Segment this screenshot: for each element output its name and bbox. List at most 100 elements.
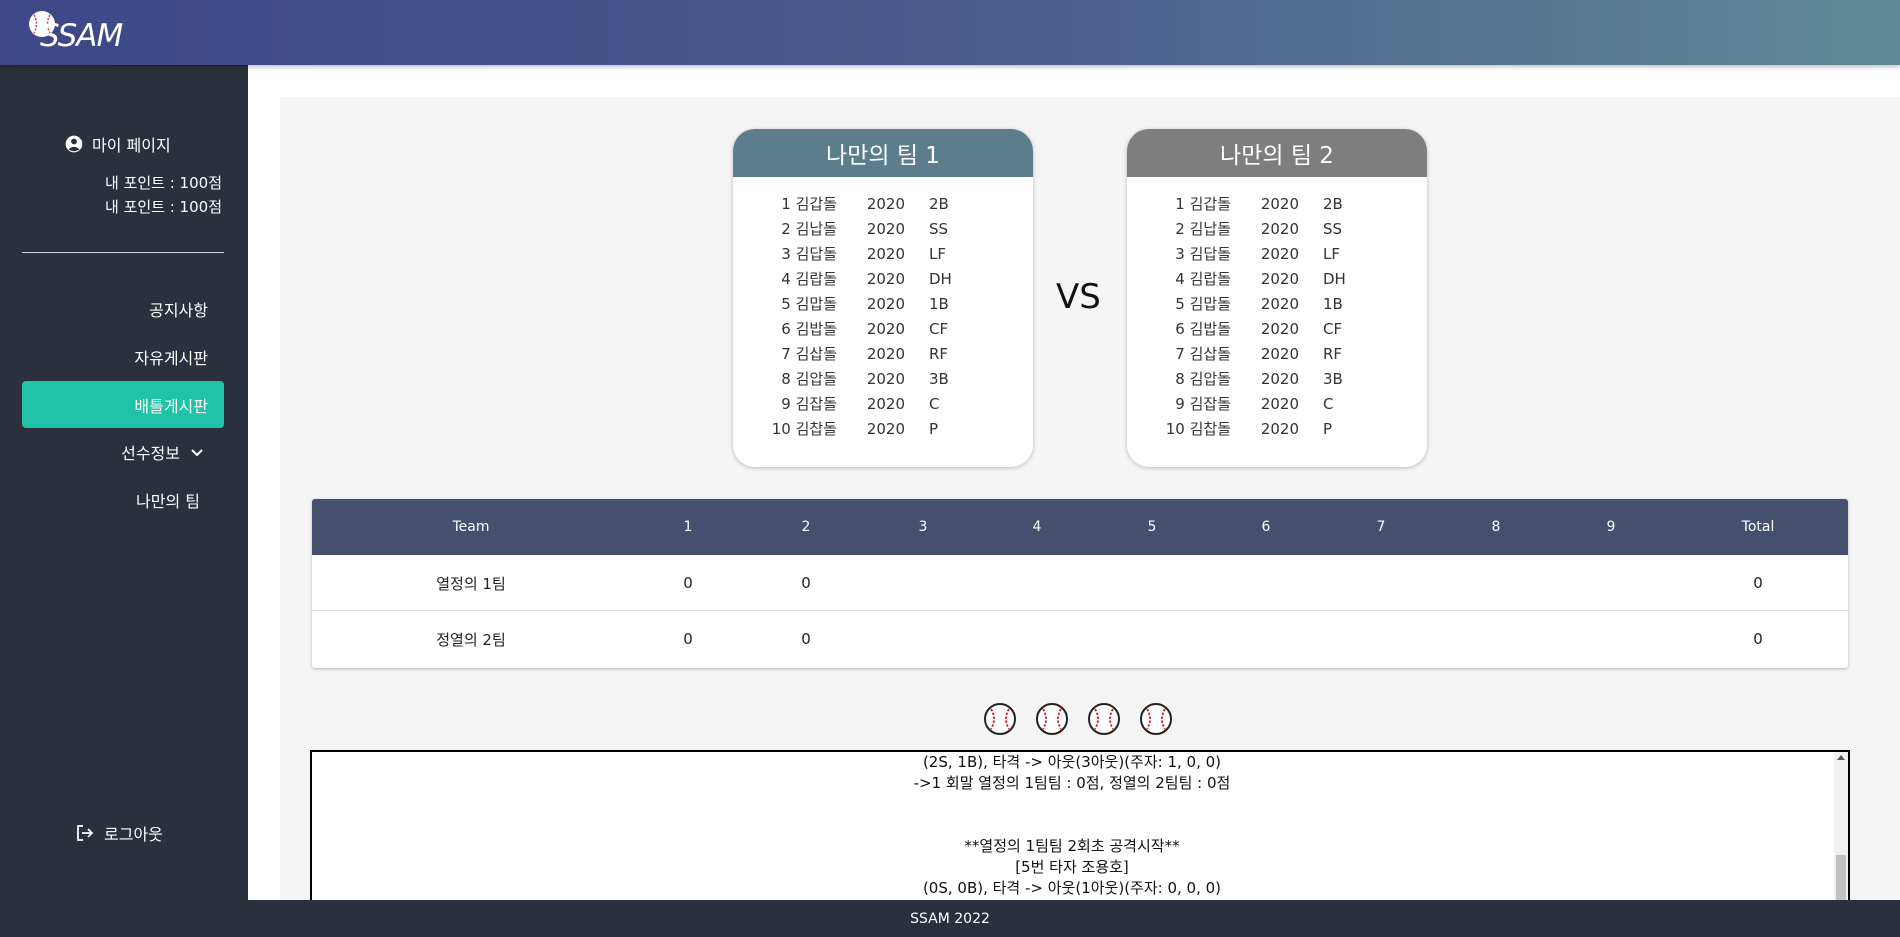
player-row: 2 김납돌 2020 SS (733, 216, 1033, 241)
player-row: 2 김납돌 2020 SS (1127, 216, 1427, 241)
player-position: 1B (1323, 294, 1343, 313)
scoreboard-header-cell: 8 (1491, 519, 1501, 535)
my-page-link[interactable]: 마이 페이지 (64, 132, 171, 156)
player-position: LF (1323, 244, 1340, 263)
player-position: C (929, 394, 940, 413)
player-name: 1 김갑돌 (781, 195, 837, 213)
player-position: LF (929, 244, 946, 263)
sidebar-item-notice[interactable]: 공지사항 (22, 285, 224, 332)
battle-content: 나만의 팀 1 1 김갑돌 2020 2B 2 김납돌 2020 SS 3 김답돌 2020 L… (280, 97, 1900, 937)
player-row: 5 김맙돌 2020 1B (733, 291, 1033, 316)
player-year: 2020 (866, 319, 905, 338)
player-year: 2020 (1260, 269, 1299, 288)
sidebar-item-player-info[interactable]: 선수정보 (22, 428, 224, 475)
player-year: 2020 (866, 219, 905, 238)
player-position: SS (1323, 219, 1343, 238)
scroll-up-arrow-icon[interactable] (1837, 755, 1845, 760)
player-position: 2B (929, 194, 949, 213)
my-points-text: 내 포인트 : 100점 (105, 174, 222, 192)
player-row: 7 김삽돌 2020 RF (733, 341, 1033, 366)
play-log-text: (2S, 1B), 타격 -> 아웃(3아웃)(주자: 1, 0, 0) ->1 … (312, 752, 1848, 899)
ssam-logo[interactable]: SSAM (26, 8, 136, 56)
logo-text: SSAM (40, 18, 123, 54)
player-name: 3 김답돌 (1175, 245, 1231, 263)
my-points-text: 내 포인트 : 100점 (105, 198, 222, 216)
player-position: 3B (1323, 369, 1343, 388)
player-position: RF (929, 344, 949, 363)
team-roster: 1 김갑돌 2020 2B 2 김납돌 2020 SS 3 김답돌 2020 LF 4 김랍돌 20… (733, 177, 1033, 441)
ball-count (983, 702, 1173, 736)
scoreboard-header-cell: 7 (1376, 519, 1386, 535)
scoreboard-header-cell: 5 (1147, 519, 1157, 535)
log-line: ->1 회말 열정의 1팀팀 : 0점, 정열의 2팀팀 : 0점 (913, 774, 1231, 792)
log-line: (0S, 0B), 타격 -> 아웃(1아웃)(주자: 0, 0, 0) (922, 879, 1222, 897)
player-row: 7 김삽돌 2020 RF (1127, 341, 1427, 366)
player-row: 1 김갑돌 2020 2B (733, 191, 1033, 216)
player-position: CF (1323, 319, 1343, 338)
player-row: 8 김압돌 2020 3B (733, 366, 1033, 391)
player-row: 1 김갑돌 2020 2B (1127, 191, 1427, 216)
player-year: 2020 (1260, 194, 1299, 213)
player-row: 6 김밥돌 2020 CF (1127, 316, 1427, 341)
inning-score-cell (1551, 555, 1671, 611)
inning-score-cell (1551, 611, 1671, 667)
player-row: 3 김답돌 2020 LF (1127, 241, 1427, 266)
player-row: 10 김찹돌 2020 P (1127, 416, 1427, 441)
scoreboard-row: 열정의 1팀 0 0 0 (312, 555, 1848, 611)
player-name: 7 김삽돌 (1175, 345, 1231, 363)
player-position: 1B (929, 294, 949, 313)
player-name: 4 김랍돌 (781, 270, 837, 288)
inning-score-cell (1436, 611, 1556, 667)
sidebar-item-label: 자유게시판 (134, 348, 208, 368)
player-position: 3B (929, 369, 949, 388)
player-name: 2 김납돌 (781, 220, 837, 238)
logout-icon (77, 825, 94, 841)
scoreboard-header-cell: 1 (683, 519, 693, 535)
sidebar-item-battle-board[interactable]: 배틀게시판 (22, 381, 224, 428)
chevron-down-icon (191, 448, 203, 456)
baseball-icon (984, 703, 1016, 735)
logout-button[interactable]: 로그아웃 (76, 821, 163, 845)
inning-score-cell (1321, 611, 1441, 667)
player-name: 4 김랍돌 (1175, 270, 1231, 288)
player-year: 2020 (866, 419, 905, 438)
player-name: 7 김삽돌 (781, 345, 837, 363)
player-row: 10 김찹돌 2020 P (733, 416, 1033, 441)
inning-score-cell: 0 (683, 574, 693, 592)
player-name: 5 김맙돌 (781, 295, 837, 313)
player-row: 6 김밥돌 2020 CF (733, 316, 1033, 341)
player-name: 8 김압돌 (781, 370, 837, 388)
inning-score-cell (1436, 555, 1556, 611)
scoreboard-header-cell: 6 (1261, 519, 1271, 535)
sidebar-divider (22, 252, 224, 253)
player-position: CF (929, 319, 949, 338)
team-roster: 1 김갑돌 2020 2B 2 김납돌 2020 SS 3 김답돌 2020 LF 4 김랍돌 20… (1127, 177, 1427, 441)
player-year: 2020 (1260, 394, 1299, 413)
scoreboard-header-cell: Total (1741, 519, 1775, 535)
team-name-cell: 열정의 1팀 (436, 574, 506, 593)
sidebar-item-label: 선수정보 (121, 443, 180, 463)
player-year: 2020 (1260, 419, 1299, 438)
player-year: 2020 (1260, 294, 1299, 313)
scoreboard-header-cell: 2 (801, 519, 811, 535)
player-name: 3 김답돌 (781, 245, 837, 263)
scoreboard-row: 정열의 2팀 0 0 0 (312, 611, 1848, 667)
scoreboard-table: Team 1 2 3 4 5 6 7 8 9 Total 열정의 1팀 0 0 0 정열의 2팀 0 0 0 (312, 499, 1848, 668)
player-row: 9 김잡돌 2020 C (733, 391, 1033, 416)
player-position: DH (929, 269, 952, 288)
inning-score-cell (1206, 611, 1326, 667)
scoreboard-header-cell: 3 (918, 519, 928, 535)
player-year: 2020 (1260, 344, 1299, 363)
player-row: 5 김맙돌 2020 1B (1127, 291, 1427, 316)
inning-score-cell (863, 611, 983, 667)
team-name-cell: 정열의 2팀 (436, 630, 506, 649)
inning-score-cell (977, 611, 1097, 667)
sidebar-item-my-team[interactable]: 나만의 팀 (22, 476, 224, 523)
player-position: 2B (1323, 194, 1343, 213)
sidebar-item-free-board[interactable]: 자유게시판 (22, 333, 224, 380)
top-header: SSAM (0, 0, 1900, 65)
player-name: 10 김찹돌 (771, 420, 837, 438)
player-year: 2020 (866, 294, 905, 313)
player-position: P (929, 419, 939, 438)
